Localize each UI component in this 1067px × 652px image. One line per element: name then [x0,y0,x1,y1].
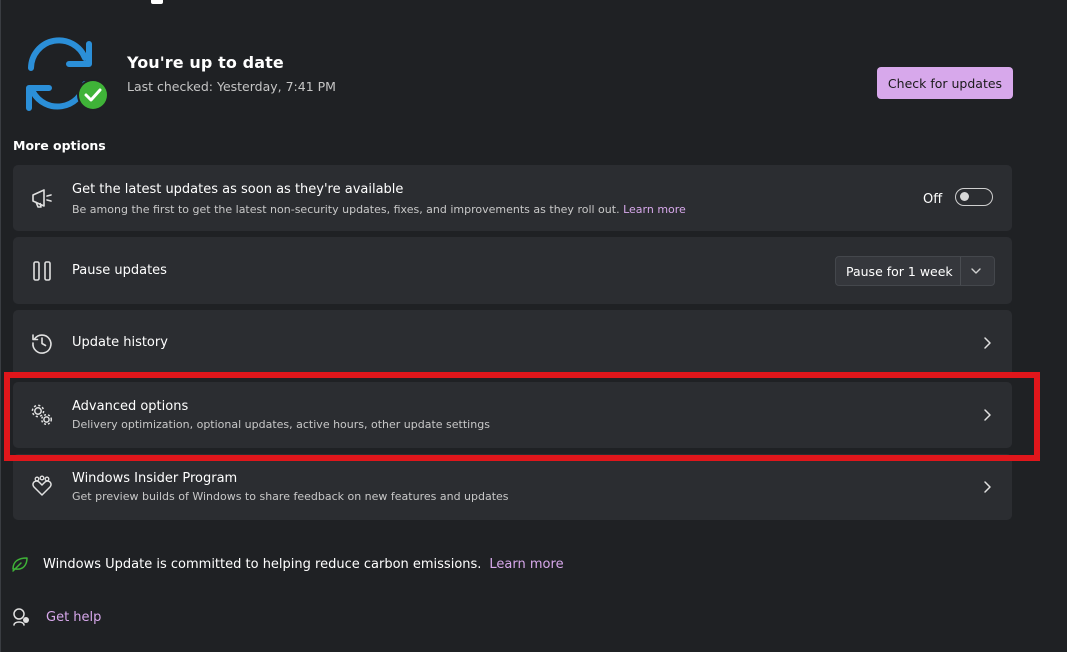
update-history-title: Update history [72,335,168,350]
pause-updates-title: Pause updates [72,263,167,278]
carbon-row: Windows Update is committed to helping r… [11,555,564,573]
insider-program-card[interactable]: Windows Insider Program Get preview buil… [13,454,1012,520]
cut-off-heading-fragment [151,0,163,4]
chevron-right-icon [984,481,991,493]
latest-updates-card[interactable]: Get the latest updates as soon as they'r… [13,165,1012,231]
get-help-row[interactable]: Get help [11,607,101,627]
insider-program-title: Windows Insider Program [72,471,238,486]
chevron-right-icon [984,337,991,349]
chevron-right-icon [984,409,991,421]
megaphone-icon [32,189,52,208]
last-checked-text: Last checked: Yesterday, 7:41 PM [127,79,336,94]
carbon-learn-more-link[interactable]: Learn more [489,557,563,572]
windows-update-page: You're up to date Last checked: Yesterda… [0,0,1067,652]
gears-icon [31,404,53,426]
status-title: You're up to date [127,53,284,72]
leaf-icon [12,557,28,572]
latest-updates-description: Be among the first to get the latest non… [72,203,686,216]
get-help-link[interactable]: Get help [46,610,101,625]
advanced-options-title: Advanced options [72,399,189,414]
check-for-updates-button[interactable]: Check for updates [877,67,1013,99]
pause-icon [33,261,51,281]
carbon-text: Windows Update is committed to helping r… [43,556,482,572]
insider-hearts-icon [32,475,52,496]
toggle-knob [960,192,969,201]
pause-duration-value: Pause for 1 week [846,264,953,279]
latest-updates-title: Get the latest updates as soon as they'r… [72,182,404,197]
latest-updates-toggle[interactable] [955,188,993,206]
chevron-down-icon[interactable] [970,265,982,277]
history-clock-icon [32,334,52,354]
update-history-card[interactable]: Update history [13,310,1012,376]
insider-program-description: Get preview builds of Windows to share f… [72,490,509,503]
pause-duration-dropdown[interactable]: Pause for 1 week [835,256,995,286]
advanced-options-description: Delivery optimization, optional updates,… [72,418,490,431]
latest-updates-learn-more-link[interactable]: Learn more [623,203,686,216]
sync-status-icon [26,37,109,111]
latest-updates-description-text: Be among the first to get the latest non… [72,203,620,216]
more-options-label: More options [13,138,106,153]
toggle-state-label: Off [923,192,943,207]
pause-updates-card: Pause updates Pause for 1 week [13,237,1012,304]
help-person-icon [13,608,29,626]
dropdown-divider [960,257,961,285]
advanced-options-card[interactable]: Advanced options Delivery optimization, … [13,382,1012,448]
